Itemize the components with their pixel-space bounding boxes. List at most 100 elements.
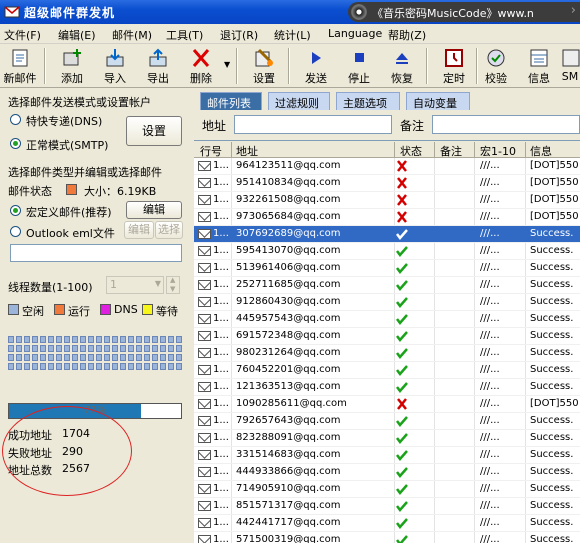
- thread-spinner[interactable]: ▲ ▼: [166, 276, 180, 294]
- spin-up-icon[interactable]: ▲: [170, 276, 175, 284]
- stop-button[interactable]: 停止: [339, 46, 379, 86]
- col-macro[interactable]: 宏1-10: [480, 143, 516, 159]
- col-note[interactable]: 备注: [440, 143, 462, 159]
- mail-envelope-icon: [198, 280, 211, 290]
- timer-button[interactable]: 定时: [434, 46, 474, 86]
- choose-eml-button[interactable]: 选择: [155, 221, 183, 239]
- thread-count-field[interactable]: 1 ▼: [106, 276, 164, 294]
- type-macro-radio[interactable]: [10, 205, 21, 216]
- table-row[interactable]: 1... 444933866@qq.com ///... Success.: [194, 464, 580, 481]
- column-divider[interactable]: [231, 142, 232, 157]
- export-icon: [149, 48, 167, 67]
- col-info[interactable]: 信息: [530, 143, 552, 159]
- row-number: 1...: [213, 330, 229, 341]
- table-row[interactable]: 1... 823288091@qq.com ///... Success.: [194, 430, 580, 447]
- table-row[interactable]: 1... 932261508@qq.com ///... [DOT]550: [194, 192, 580, 209]
- tab-subject-options[interactable]: 主题选项: [336, 92, 400, 110]
- left-panel: 选择邮件发送模式或设置帐户 特快专递(DNS) 正常模式(SMTP) 设置 选择…: [0, 88, 192, 543]
- menu-unsub[interactable]: 退订(R): [220, 27, 258, 43]
- thread-cell: [104, 354, 110, 361]
- chevron-right-icon[interactable]: ›: [571, 3, 576, 18]
- table-row[interactable]: 1... 445957543@qq.com ///... Success.: [194, 311, 580, 328]
- table-row[interactable]: 1... 980231264@qq.com ///... Success.: [194, 345, 580, 362]
- col-status[interactable]: 状态: [400, 143, 422, 159]
- menu-mail[interactable]: 邮件(M): [112, 27, 152, 43]
- type-macro-label[interactable]: 宏定义邮件(推荐): [26, 204, 112, 220]
- edit-mail-button[interactable]: 编辑: [126, 201, 182, 219]
- address-filter-label: 地址: [202, 119, 227, 133]
- tab-auto-variables[interactable]: 自动变量: [406, 92, 470, 110]
- settings-button[interactable]: 设置: [244, 46, 284, 86]
- table-row[interactable]: 1... 442441717@qq.com ///... Success.: [194, 515, 580, 532]
- resume-button[interactable]: 恢复: [382, 46, 422, 86]
- column-divider[interactable]: [474, 142, 475, 157]
- table-row[interactable]: 1... 760452201@qq.com ///... Success.: [194, 362, 580, 379]
- table-row[interactable]: 1... 307692689@qq.com ///... Success.: [194, 226, 580, 243]
- table-row[interactable]: 1... 1090285611@qq.com ///... [DOT]550: [194, 396, 580, 413]
- fail-cross-icon: [397, 177, 407, 189]
- mode-dns-label[interactable]: 特快专递(DNS): [26, 113, 102, 129]
- tab-filter-rules[interactable]: 过滤规则: [268, 92, 330, 110]
- eml-path-field[interactable]: [10, 244, 182, 262]
- table-row[interactable]: 1... 792657643@qq.com ///... Success.: [194, 413, 580, 430]
- tab-mail-list[interactable]: 邮件列表: [200, 92, 262, 110]
- table-row[interactable]: 1... 964123511@qq.com ///... [DOT]550: [194, 158, 580, 175]
- thread-cell: [96, 336, 102, 343]
- dropdown-arrow-icon[interactable]: ▼: [224, 60, 230, 69]
- menu-tools[interactable]: 工具(T): [166, 27, 203, 43]
- chevron-down-icon[interactable]: ▼: [155, 279, 161, 288]
- menu-file[interactable]: 文件(F): [4, 27, 41, 43]
- add-button[interactable]: 添加: [52, 46, 92, 86]
- table-row[interactable]: 1... 513961406@qq.com ///... Success.: [194, 260, 580, 277]
- menu-stats[interactable]: 统计(L): [274, 27, 311, 43]
- menu-help[interactable]: 帮助(Z): [388, 27, 426, 43]
- mode-dns-radio[interactable]: [10, 114, 21, 125]
- row-macro: ///...: [480, 194, 500, 205]
- table-row[interactable]: 1... 851571317@qq.com ///... Success.: [194, 498, 580, 515]
- row-macro: ///...: [480, 449, 500, 460]
- verify-button[interactable]: 校验: [476, 46, 516, 86]
- music-widget[interactable]: 《音乐密码MusicCode》www.n ›: [348, 2, 580, 22]
- mail-envelope-icon: [198, 297, 211, 307]
- address-filter-input[interactable]: [234, 115, 392, 134]
- mode-smtp-label[interactable]: 正常模式(SMTP): [26, 137, 108, 153]
- delete-button[interactable]: 删除: [181, 46, 221, 86]
- info-button[interactable]: 信息: [519, 46, 559, 86]
- mail-envelope-icon: [198, 365, 211, 375]
- table-row[interactable]: 1... 951410834@qq.com ///... [DOT]550: [194, 175, 580, 192]
- mode-smtp-radio[interactable]: [10, 138, 21, 149]
- column-divider[interactable]: [434, 142, 435, 157]
- success-check-icon: [396, 433, 408, 444]
- table-row[interactable]: 1... 691572348@qq.com ///... Success.: [194, 328, 580, 345]
- table-row[interactable]: 1... 121363513@qq.com ///... Success.: [194, 379, 580, 396]
- table-row[interactable]: 1... 595413070@qq.com ///... Success.: [194, 243, 580, 260]
- table-row[interactable]: 1... 912860430@qq.com ///... Success.: [194, 294, 580, 311]
- import-icon: [106, 49, 124, 67]
- note-filter-input[interactable]: [432, 115, 580, 134]
- table-row[interactable]: 1... 331514683@qq.com ///... Success.: [194, 447, 580, 464]
- col-address[interactable]: 地址: [236, 143, 258, 159]
- mail-envelope-icon: [198, 450, 211, 460]
- type-outlook-label[interactable]: Outlook eml文件: [26, 225, 115, 241]
- export-button[interactable]: 导出: [138, 46, 178, 86]
- type-outlook-radio[interactable]: [10, 226, 21, 237]
- menu-language[interactable]: Language: [328, 27, 382, 40]
- import-button[interactable]: 导入: [95, 46, 135, 86]
- sms-button[interactable]: SM: [560, 46, 580, 86]
- new-mail-button[interactable]: 新邮件: [0, 46, 40, 86]
- settings-account-button[interactable]: 设置: [126, 116, 182, 146]
- menu-edit[interactable]: 编辑(E): [58, 27, 96, 43]
- spin-down-icon[interactable]: ▼: [170, 285, 175, 293]
- row-info: [DOT]550: [530, 398, 579, 409]
- table-row[interactable]: 1... 714905910@qq.com ///... Success.: [194, 481, 580, 498]
- table-row[interactable]: 1... 571500319@qq.com ///... Success.: [194, 532, 580, 543]
- column-divider[interactable]: [394, 142, 395, 157]
- table-row[interactable]: 1... 252711685@qq.com ///... Success.: [194, 277, 580, 294]
- verify-icon: [487, 49, 505, 67]
- send-button[interactable]: 发送: [296, 46, 336, 86]
- edit-eml-button[interactable]: 编辑: [124, 221, 154, 239]
- table-row[interactable]: 1... 973065684@qq.com ///... [DOT]550: [194, 209, 580, 226]
- row-address: 792657643@qq.com: [236, 415, 341, 426]
- column-divider[interactable]: [525, 142, 526, 157]
- success-check-icon: [396, 535, 408, 543]
